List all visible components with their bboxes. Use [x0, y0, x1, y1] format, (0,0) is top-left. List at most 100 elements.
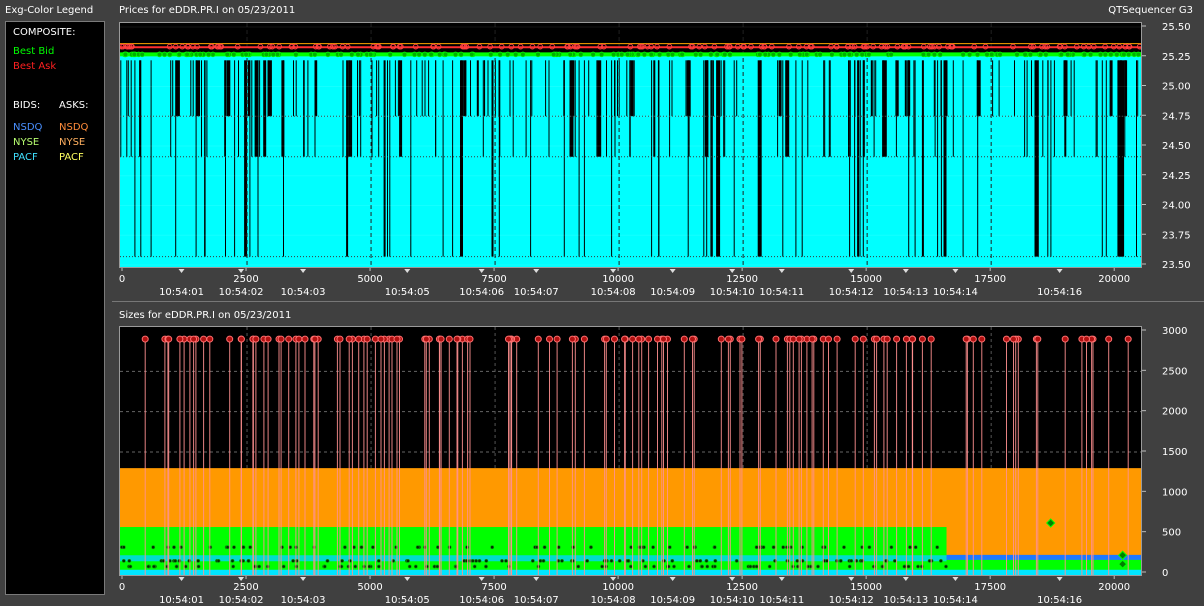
bid-marker	[458, 51, 464, 58]
price-gap	[397, 60, 399, 117]
price-gap	[873, 60, 875, 157]
bid-marker	[974, 51, 981, 58]
sizes-x-tick-label: 20000	[1098, 582, 1130, 593]
bid-marker	[1027, 51, 1034, 58]
prices-x-tick-label: 10000	[602, 274, 634, 285]
price-gap	[482, 60, 484, 157]
price-gap	[706, 60, 708, 257]
ask-size-spike-head	[553, 335, 561, 343]
prices-time-label: 10:54:12	[829, 287, 874, 298]
size-small-marker	[847, 564, 852, 569]
bid-marker	[1064, 51, 1071, 58]
price-gap	[130, 60, 132, 157]
price-gap	[394, 60, 396, 117]
sizes-time-marker	[533, 577, 540, 581]
size-small-marker	[231, 564, 236, 569]
price-gap	[170, 60, 172, 157]
ask-size-spike-head	[1083, 335, 1090, 343]
ask-size-spike-head	[645, 335, 653, 343]
sizes-time-marker	[952, 577, 959, 581]
price-gap	[611, 60, 613, 257]
size-small-marker	[754, 545, 759, 550]
price-gap	[977, 60, 979, 257]
price-gap	[201, 60, 202, 157]
size-small-marker	[889, 545, 894, 550]
price-gap	[862, 60, 864, 257]
size-small-marker	[617, 558, 622, 563]
price-gap	[348, 60, 353, 157]
price-gap	[410, 60, 412, 257]
price-gap	[857, 60, 859, 257]
bid-marker	[590, 51, 596, 58]
size-y-tick-label: 2000	[1162, 407, 1187, 418]
ask-size-spike-head	[738, 335, 746, 343]
prices-time-label: 10:54:10	[710, 287, 755, 298]
price-gap	[913, 60, 915, 157]
sizes-plot[interactable]	[119, 326, 1142, 576]
bid-marker	[487, 51, 494, 58]
prices-time-marker	[848, 269, 855, 273]
size-small-marker	[541, 558, 546, 563]
price-gap	[859, 60, 861, 157]
price-gap	[707, 60, 709, 157]
bid-marker	[176, 51, 183, 58]
bid-marker	[184, 51, 190, 58]
price-gap	[476, 60, 479, 117]
bid-marker	[416, 51, 422, 58]
bid-marker	[697, 51, 704, 58]
price-gap	[442, 60, 444, 257]
prices-time-label: 10:54:09	[650, 287, 695, 298]
price-gap	[669, 60, 671, 157]
prices-chart-title: Prices for eDDR.PR.I on 05/23/2011	[119, 5, 296, 16]
ask-size-spike-head	[629, 335, 637, 343]
bid-marker	[770, 51, 777, 58]
ask-size-spike-head	[568, 335, 576, 343]
bid-marker	[829, 51, 835, 58]
price-gap	[854, 60, 856, 257]
ask-size-spike-head	[534, 335, 542, 343]
price-gap	[573, 60, 575, 117]
size-small-marker	[281, 564, 286, 569]
size-small-marker	[152, 564, 156, 569]
prices-plot[interactable]	[119, 22, 1142, 268]
price-gap	[921, 60, 924, 257]
size-small-marker	[667, 545, 672, 550]
size-small-marker	[187, 558, 192, 563]
size-small-marker	[939, 558, 943, 563]
sizes-time-marker	[478, 577, 485, 581]
price-gap	[829, 60, 831, 157]
ask-size-spike-head	[363, 335, 371, 343]
price-gap	[293, 60, 294, 117]
price-gap	[192, 60, 194, 117]
price-y-tick-label: 25.00	[1162, 82, 1191, 93]
ask-size-spike-head	[859, 335, 867, 343]
bid-marker	[355, 51, 361, 58]
sizes-time-label: 10:54:08	[591, 595, 636, 606]
ask-pacf-label: PACF	[59, 152, 84, 163]
price-gap	[914, 60, 916, 257]
bid-marker	[504, 51, 511, 58]
ask-size-spike-head	[908, 335, 916, 343]
ask-size-spike-head	[962, 335, 970, 343]
bid-marker	[436, 51, 443, 58]
bid-marker	[920, 51, 927, 58]
price-gap	[1034, 60, 1039, 257]
price-gap	[1109, 60, 1113, 117]
prices-time-label: 10:54:07	[514, 287, 559, 298]
prices-x-tick-label: 20000	[1098, 274, 1130, 285]
size-small-marker	[670, 558, 675, 563]
price-gap	[307, 60, 309, 157]
size-small-marker	[734, 558, 739, 563]
ask-size-spike-head	[336, 335, 344, 343]
price-gap	[724, 60, 726, 157]
ask-size-spike-head	[808, 335, 816, 343]
ask-size-spike-head	[422, 335, 430, 343]
size-small-marker	[795, 558, 800, 563]
price-gap	[858, 60, 859, 257]
ask-size-spike-head	[621, 335, 629, 343]
price-gap	[1120, 60, 1122, 257]
asks-label: ASKS:	[59, 100, 89, 111]
price-gap	[303, 60, 305, 157]
price-gap	[251, 60, 253, 157]
size-small-marker	[695, 558, 699, 563]
